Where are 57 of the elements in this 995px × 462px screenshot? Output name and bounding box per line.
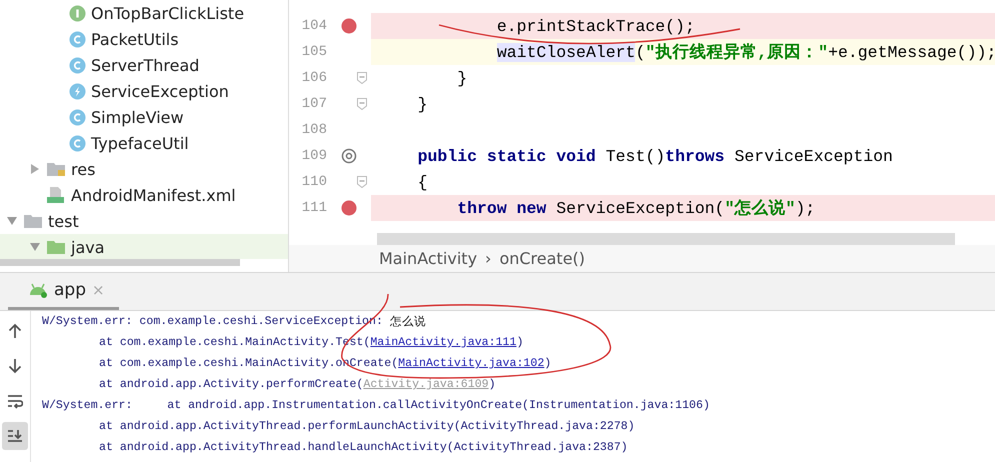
fold-marker-icon[interactable] bbox=[357, 98, 367, 110]
collapsed-arrow-icon[interactable] bbox=[29, 163, 41, 175]
tree-item-label[interactable]: ServiceException bbox=[91, 82, 229, 100]
class-icon bbox=[69, 30, 86, 48]
code-line: public static void Test()throws ServiceException bbox=[416, 146, 894, 168]
line-number: 111 bbox=[300, 200, 327, 216]
expanded-arrow-icon[interactable] bbox=[29, 241, 41, 253]
breadcrumb-separator: › bbox=[485, 249, 492, 268]
breadcrumb-item[interactable]: onCreate() bbox=[499, 249, 586, 268]
console-line: at android.app.ActivityThread.performLaunchActivity(ActivityThread.java:2278) bbox=[98, 419, 636, 435]
tree-item-label[interactable]: res bbox=[71, 160, 96, 178]
console-line: W/System.err: at android.app.Instrumentation.callActivityOnCreate(Instrumentation.java:1106) bbox=[42, 398, 711, 414]
tree-item-label[interactable]: OnTopBarClickListe bbox=[91, 4, 244, 22]
fold-marker-icon[interactable] bbox=[357, 72, 367, 84]
line-number: 107 bbox=[300, 96, 327, 112]
breakpoint-icon[interactable] bbox=[341, 200, 357, 216]
scrollbar[interactable] bbox=[0, 259, 240, 266]
code-line: } bbox=[416, 94, 429, 116]
android-icon bbox=[28, 282, 48, 298]
soft-wrap-icon bbox=[7, 393, 23, 409]
code-line: { bbox=[416, 172, 429, 194]
console-tool-button[interactable] bbox=[2, 422, 28, 450]
folder-icon bbox=[46, 239, 66, 255]
up-arrow-icon bbox=[8, 323, 22, 339]
line-number: 104 bbox=[300, 18, 327, 34]
code-line: } bbox=[456, 68, 468, 90]
expanded-arrow-icon[interactable] bbox=[6, 215, 18, 227]
console-line: at android.app.Activity.performCreate(Activity.java:6109) bbox=[98, 377, 497, 393]
breadcrumb-item[interactable]: MainActivity bbox=[379, 249, 478, 268]
down-arrow-icon bbox=[8, 358, 22, 374]
tree-item-label[interactable]: SimpleView bbox=[91, 108, 184, 126]
tree-item-label[interactable]: AndroidManifest.xml bbox=[71, 186, 236, 204]
scrollbar[interactable] bbox=[377, 233, 955, 245]
scroll-to-end-icon bbox=[7, 428, 23, 444]
lightning-icon bbox=[69, 82, 86, 100]
line-number: 106 bbox=[300, 70, 327, 86]
folder-icon bbox=[46, 161, 66, 177]
interface-icon bbox=[69, 4, 86, 22]
line-number: 109 bbox=[300, 148, 327, 164]
tree-item-label[interactable]: PacketUtils bbox=[91, 30, 179, 48]
line-number: 110 bbox=[300, 174, 327, 190]
class-icon bbox=[69, 134, 86, 152]
tree-item-label[interactable]: TypefaceUtil bbox=[91, 134, 189, 152]
tree-item-label[interactable]: test bbox=[48, 212, 79, 230]
fold-marker-icon[interactable] bbox=[357, 176, 367, 188]
manifest-file-icon bbox=[46, 186, 66, 204]
line-number: 105 bbox=[300, 44, 327, 60]
class-icon bbox=[69, 56, 86, 74]
tree-item-label[interactable]: java bbox=[71, 238, 105, 256]
at-sign-icon[interactable] bbox=[341, 148, 357, 164]
tool-tab[interactable]: app × bbox=[8, 273, 119, 310]
folder-icon bbox=[23, 213, 43, 229]
line-number: 108 bbox=[300, 122, 327, 138]
class-icon bbox=[69, 108, 86, 126]
tree-item-label[interactable]: ServerThread bbox=[91, 56, 200, 74]
console-line: at android.app.ActivityThread.handleLaunchActivity(ActivityThread.java:2387) bbox=[98, 440, 629, 456]
breakpoint-icon[interactable] bbox=[341, 18, 357, 34]
